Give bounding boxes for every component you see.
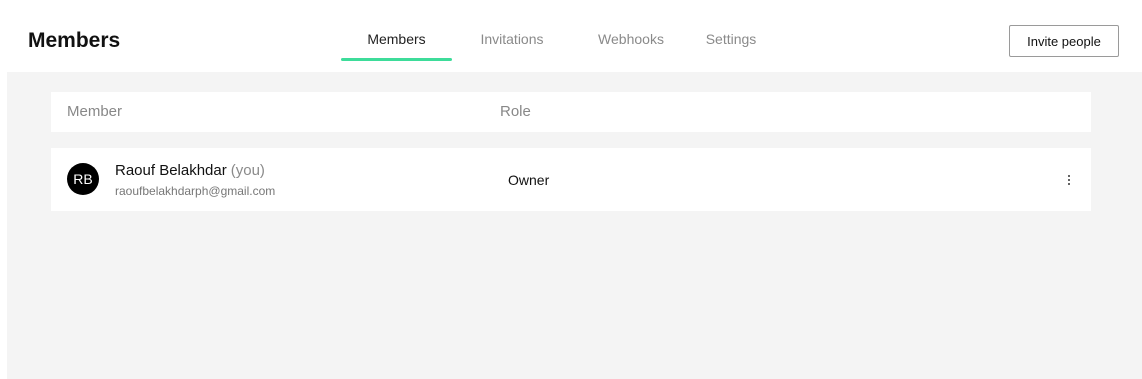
invite-people-button[interactable]: Invite people — [1009, 25, 1119, 57]
column-header-member: Member — [67, 103, 123, 120]
page-title: Members — [28, 29, 121, 52]
table-header: Member Role — [51, 92, 1091, 132]
more-dot — [1068, 183, 1070, 185]
more-dot — [1068, 179, 1070, 181]
member-email: raoufbelakhdarph@gmail.com — [115, 184, 276, 198]
tab-members[interactable]: Members — [341, 0, 452, 62]
tab-invitations[interactable]: Invitations — [452, 0, 572, 62]
table-row: RB Raouf Belakhdar (you) raoufbelakhdarph… — [51, 148, 1091, 211]
members-content: Member Role RB Raouf Belakhdar (you) raou… — [7, 72, 1142, 379]
tab-webhooks[interactable]: Webhooks — [572, 0, 690, 62]
you-tag: (you) — [230, 162, 265, 179]
more-dot — [1068, 175, 1070, 177]
member-name-text: Raouf Belakhdar — [115, 162, 227, 179]
more-vertical-icon[interactable] — [1061, 170, 1077, 190]
avatar: RB — [67, 163, 99, 195]
page-header: Members Members Invitations Webhooks Set… — [0, 0, 1142, 72]
column-header-role: Role — [500, 103, 531, 120]
tab-settings[interactable]: Settings — [690, 0, 772, 62]
tab-bar: Members Invitations Webhooks Settings — [341, 0, 772, 72]
member-name: Raouf Belakhdar (you) — [115, 162, 265, 179]
member-role: Owner — [508, 172, 550, 188]
